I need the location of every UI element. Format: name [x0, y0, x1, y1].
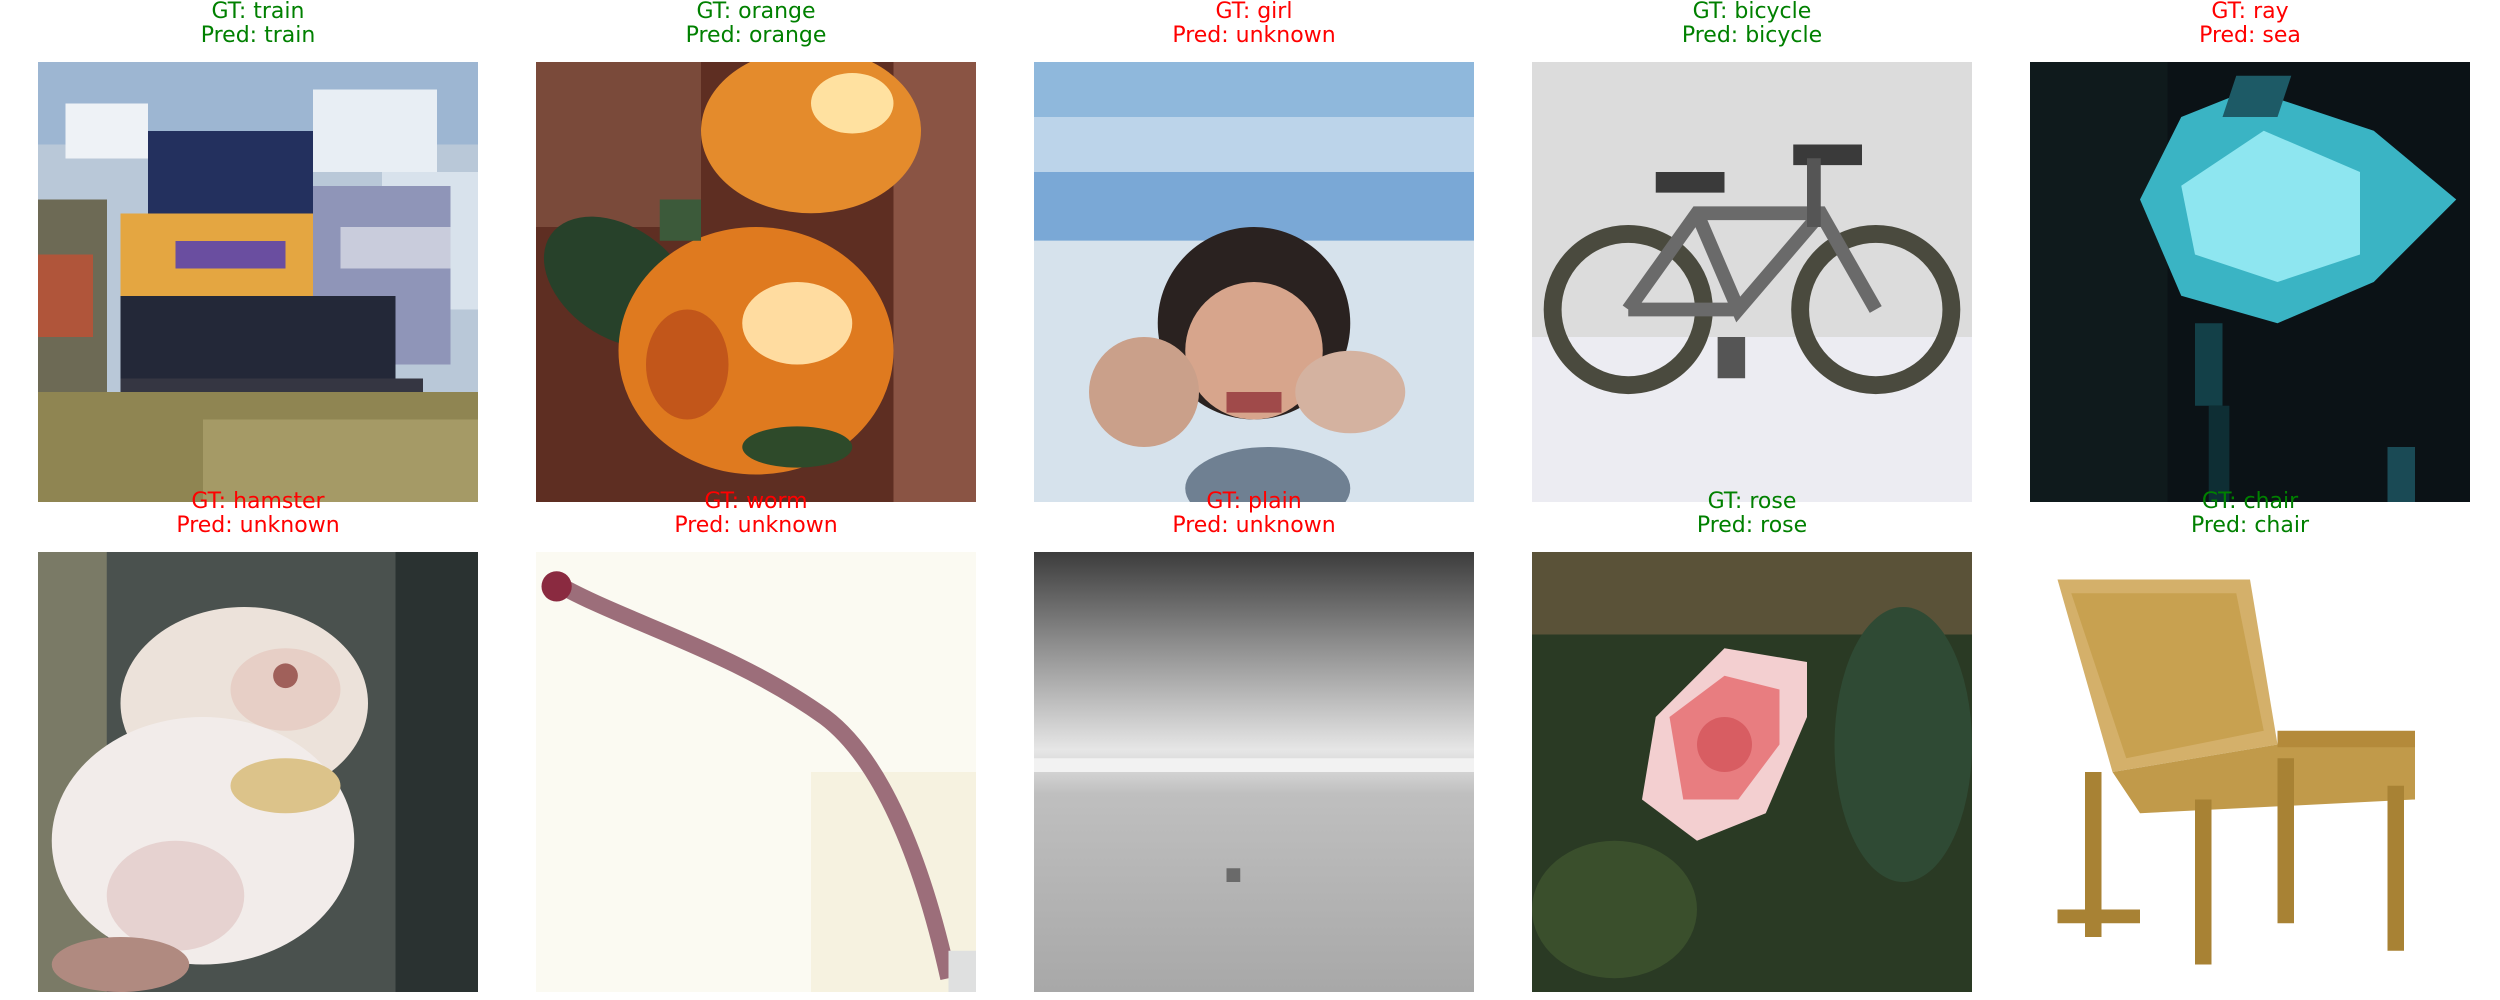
sample-image-orange [536, 62, 976, 502]
prediction-grid: GT: train Pred: train GT: orange Pred: o… [0, 0, 2500, 1000]
ground-truth-label: GT: rose [1707, 489, 1797, 514]
sample-image-bicycle [1532, 62, 1972, 502]
ground-truth-label: GT: girl [1215, 0, 1293, 24]
sample-image-chair [2030, 552, 2470, 992]
sample-image-plain [1034, 552, 1474, 992]
prediction-label: Pred: unknown [674, 513, 838, 538]
prediction-label: Pred: train [200, 23, 316, 48]
ground-truth-label: GT: hamster [191, 489, 325, 514]
ground-truth-label: GT: bicycle [1692, 0, 1812, 24]
prediction-label: Pred: orange [685, 23, 827, 48]
ground-truth-label: GT: train [211, 0, 305, 24]
ground-truth-label: GT: orange [696, 0, 816, 24]
prediction-label: Pred: bicycle [1681, 23, 1823, 48]
sample-image-worm [536, 552, 976, 992]
prediction-label: Pred: chair [2190, 513, 2310, 538]
sample-image-train [38, 62, 478, 502]
sample-image-ray [2030, 62, 2470, 502]
prediction-label: Pred: unknown [1172, 513, 1336, 538]
sample-image-rose [1532, 552, 1972, 992]
prediction-label: Pred: rose [1696, 513, 1808, 538]
sample-image-hamster [38, 552, 478, 992]
ground-truth-label: GT: worm [704, 489, 808, 514]
prediction-label: Pred: sea [2199, 23, 2301, 48]
ground-truth-label: GT: ray [2211, 0, 2289, 24]
sample-image-girl [1034, 62, 1474, 502]
prediction-label: Pred: unknown [1172, 23, 1336, 48]
ground-truth-label: GT: chair [2201, 489, 2299, 514]
prediction-label: Pred: unknown [176, 513, 340, 538]
ground-truth-label: GT: plain [1206, 489, 1302, 514]
